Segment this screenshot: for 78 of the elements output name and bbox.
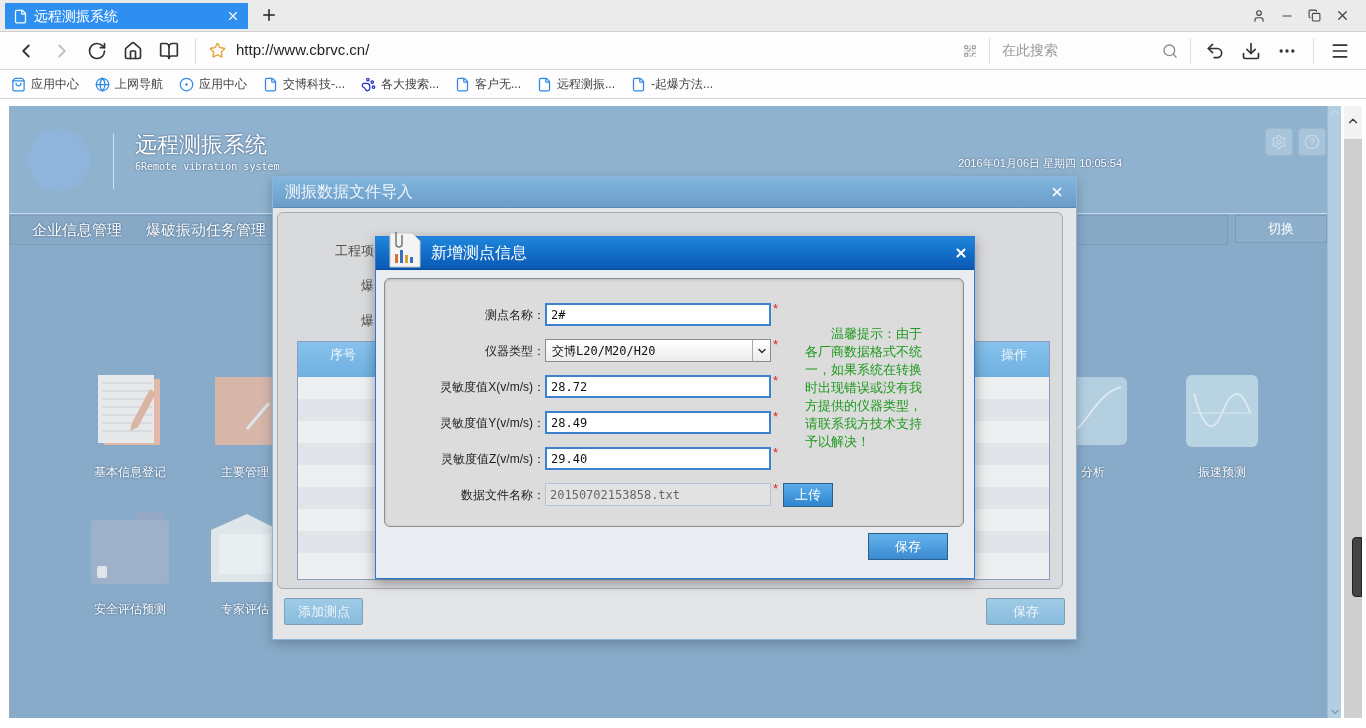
ring-icon bbox=[179, 76, 194, 92]
restore-icon[interactable] bbox=[1308, 9, 1321, 22]
bookmark-link[interactable]: -起爆方法... bbox=[631, 75, 714, 93]
date-time: 2016年01月06日 星期四 10:05:54 bbox=[958, 156, 1122, 171]
field-label: 仪器类型： bbox=[484, 342, 545, 360]
form-label: 爆 bbox=[361, 278, 374, 294]
browser-scrollbar[interactable] bbox=[1344, 106, 1362, 718]
bookmark-link[interactable]: 应用中心 bbox=[11, 75, 79, 93]
star-icon[interactable] bbox=[209, 42, 226, 59]
undo-arrow-icon[interactable] bbox=[1205, 40, 1225, 61]
nav-item[interactable]: 爆破振动任务管理 bbox=[146, 218, 266, 242]
field-label: 灵敏度值Z(v/m/s)： bbox=[440, 450, 545, 468]
module-label[interactable]: 基本信息登记 bbox=[94, 463, 166, 481]
input-field[interactable]: 28.72 bbox=[545, 375, 771, 398]
close-icon[interactable] bbox=[1335, 8, 1350, 23]
settings-icon bbox=[1271, 134, 1287, 150]
form-label: 爆 bbox=[361, 313, 374, 329]
search-field[interactable]: 在此搜索 bbox=[1002, 40, 1162, 61]
required-mark: * bbox=[773, 299, 779, 318]
app-title: 远程测振系统 bbox=[135, 132, 268, 158]
dialog-title: 新增测点信息 bbox=[431, 243, 527, 263]
page-icon bbox=[455, 76, 470, 92]
form-label: 工程项 bbox=[335, 243, 374, 259]
bookmark-link[interactable]: 远程测振... bbox=[537, 75, 616, 93]
close-icon[interactable] bbox=[954, 246, 968, 260]
input-field[interactable]: 29.40 bbox=[545, 447, 771, 470]
search-icon[interactable] bbox=[1162, 42, 1178, 59]
help-icon bbox=[1304, 134, 1320, 150]
module-label[interactable]: 主要管理 bbox=[221, 463, 269, 481]
download-icon[interactable] bbox=[1241, 40, 1261, 61]
tab-title: 远程测振系统 bbox=[34, 6, 118, 26]
module-label[interactable]: 专家评估 bbox=[221, 600, 269, 618]
bookmark-link[interactable]: 应用中心 bbox=[179, 75, 247, 93]
switch-button[interactable]: 切换 bbox=[1235, 215, 1327, 243]
save-button[interactable]: 保存 bbox=[868, 533, 948, 560]
page-icon bbox=[537, 76, 553, 92]
page-icon bbox=[13, 8, 28, 24]
field-label: 数据文件名称： bbox=[460, 486, 545, 504]
paw-icon bbox=[361, 76, 376, 92]
required-mark: * bbox=[773, 479, 779, 498]
module-label[interactable]: 分析 bbox=[1081, 463, 1105, 481]
instrument-dropdown[interactable]: 交博L20/M20/H20 bbox=[545, 339, 771, 362]
required-mark: * bbox=[773, 335, 779, 354]
user-icon[interactable] bbox=[1252, 8, 1266, 23]
page-icon bbox=[263, 76, 278, 92]
required-mark: * bbox=[773, 443, 779, 462]
scroll-thumb[interactable] bbox=[1352, 537, 1362, 597]
home-icon[interactable] bbox=[123, 40, 143, 61]
column-header: 操作 bbox=[1000, 346, 1028, 364]
bag-icon bbox=[11, 76, 26, 92]
bookmark-link[interactable]: 交博科技-... bbox=[263, 75, 345, 93]
hint-text: 温馨提示：由于各厂商数据格式不统一，如果系统在转换时出现错误或没有我方提供的仪器类型，请联系我方技术支持予以解决！ bbox=[805, 325, 923, 451]
column-header: 序号 bbox=[329, 346, 357, 364]
locked-folder-icon bbox=[89, 510, 171, 586]
bookmark-link[interactable]: 客户无... bbox=[455, 75, 522, 93]
module-label[interactable]: 振速预测 bbox=[1198, 463, 1246, 481]
qr-code-icon[interactable] bbox=[963, 43, 977, 58]
module-label[interactable]: 安全评估预测 bbox=[94, 600, 166, 618]
bookmark-link[interactable]: 上网导航 bbox=[95, 75, 163, 93]
field-label: 灵敏度值Y(v/m/s)： bbox=[439, 414, 545, 432]
reload-icon[interactable] bbox=[87, 40, 107, 61]
input-field[interactable]: 2# bbox=[545, 303, 771, 326]
wave-chart-icon bbox=[1184, 373, 1260, 449]
book-icon[interactable] bbox=[159, 40, 179, 61]
globe-icon bbox=[95, 76, 110, 92]
url-text[interactable]: http://www.cbrvc.cn/ bbox=[236, 39, 370, 62]
nav-item[interactable]: 企业信息管理 bbox=[32, 218, 122, 242]
page-icon bbox=[631, 76, 647, 92]
field-label: 测点名称： bbox=[484, 306, 545, 324]
browser-tab[interactable]: 远程测振系统 bbox=[5, 3, 248, 29]
required-mark: * bbox=[773, 371, 779, 390]
dialog-title: 测振数据文件导入 bbox=[285, 182, 413, 202]
bookmark-link[interactable]: 各大搜索... bbox=[361, 75, 439, 93]
app-subtitle: 6Remote vibration system bbox=[135, 161, 280, 173]
input-field[interactable]: 28.49 bbox=[545, 411, 771, 434]
new-tab-icon[interactable] bbox=[260, 6, 278, 24]
field-label: 灵敏度值X(v/m/s)： bbox=[439, 378, 545, 396]
required-mark: * bbox=[773, 407, 779, 426]
